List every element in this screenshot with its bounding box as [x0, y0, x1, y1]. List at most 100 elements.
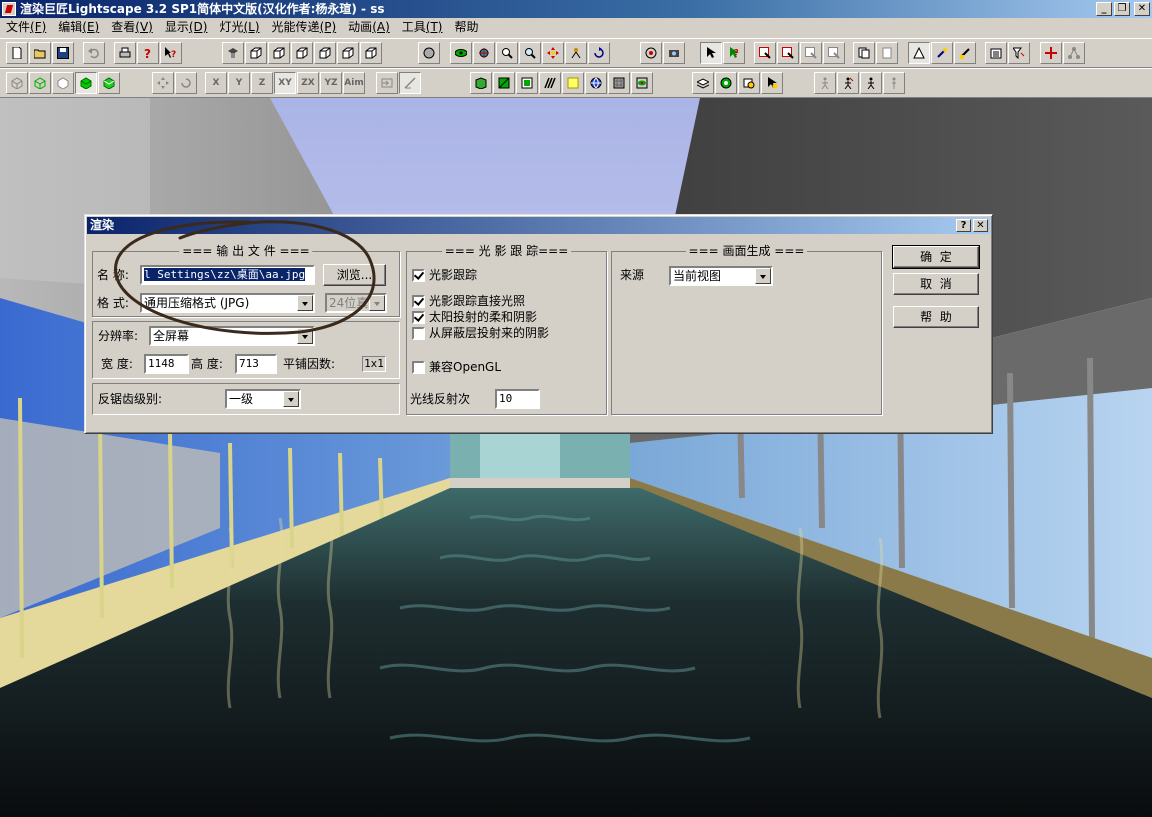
mesh-icon[interactable] [516, 72, 538, 94]
walk-icon[interactable] [565, 42, 587, 64]
edit-mode-3-icon[interactable] [954, 42, 976, 64]
file-format-select[interactable]: 通用压缩格式 (JPG) [140, 293, 315, 313]
print-icon[interactable] [114, 42, 136, 64]
ok-button[interactable]: 确 定 [892, 245, 980, 269]
resolution-select[interactable]: 全屏幕 [149, 326, 315, 346]
snap-angle-icon[interactable] [399, 72, 421, 94]
open-folder-icon[interactable] [29, 42, 51, 64]
globe-icon[interactable] [585, 72, 607, 94]
restore-button[interactable]: ❐ [1114, 2, 1130, 16]
figure-walk-icon[interactable] [814, 72, 836, 94]
wireframe-box-icon[interactable] [6, 72, 28, 94]
move-icon[interactable] [152, 72, 174, 94]
move-cross-icon[interactable] [1040, 42, 1062, 64]
undo-icon[interactable] [83, 42, 105, 64]
edit-mode-2-icon[interactable] [931, 42, 953, 64]
rotate-object-icon[interactable] [175, 72, 197, 94]
browse-button[interactable]: 浏览... [323, 264, 386, 286]
help-icon[interactable]: ? [137, 42, 159, 64]
bit-depth-select[interactable]: 24位真 [325, 293, 387, 313]
light-source-icon[interactable] [715, 72, 737, 94]
light-pointer-icon[interactable] [761, 72, 783, 94]
context-help-icon[interactable]: ? [160, 42, 182, 64]
menu-radiosity[interactable]: 光能传递(P) [266, 18, 343, 37]
lit-surface-icon[interactable] [493, 72, 515, 94]
dialog-title-bar[interactable]: 渲染 [87, 217, 990, 234]
layer-list-icon[interactable] [985, 42, 1007, 64]
menu-tools[interactable]: 工具(T) [396, 18, 449, 37]
render-viewport[interactable] [0, 98, 1152, 817]
camera-icon[interactable] [663, 42, 685, 64]
menu-view[interactable]: 查看(V) [105, 18, 159, 37]
camera-view-icon[interactable] [222, 42, 244, 64]
menu-animation[interactable]: 动画(A) [342, 18, 396, 37]
render-preview-icon[interactable] [418, 42, 440, 64]
figure-run-icon[interactable] [837, 72, 859, 94]
axis-y-button[interactable]: Y [228, 72, 250, 94]
sun-soft-shadow-checkbox[interactable] [412, 311, 425, 324]
surface-icon[interactable] [470, 72, 492, 94]
textured-icon[interactable] [98, 72, 120, 94]
cube-view-3-icon[interactable] [291, 42, 313, 64]
cube-view-2-icon[interactable] [268, 42, 290, 64]
figure-step-icon[interactable] [860, 72, 882, 94]
edit-mode-1-icon[interactable] [908, 42, 930, 64]
opengl-compat-checkbox[interactable] [412, 361, 425, 374]
axis-z-button[interactable]: Z [251, 72, 273, 94]
height-input[interactable]: 713 [235, 354, 277, 374]
plane-zx-button[interactable]: ZX [297, 72, 319, 94]
aim-button[interactable]: Aim [343, 72, 365, 94]
width-input[interactable]: 1148 [144, 354, 189, 374]
antialias-select[interactable]: 一级 [225, 389, 301, 409]
new-file-icon[interactable] [6, 42, 28, 64]
source-select[interactable]: 当前视图 [669, 266, 773, 286]
menu-help[interactable]: 帮助 [448, 18, 484, 37]
wireframe-green-icon[interactable] [29, 72, 51, 94]
dialog-close-button[interactable]: ✕ [973, 219, 988, 232]
rotate-icon[interactable] [588, 42, 610, 64]
menu-light[interactable]: 灯光(L) [213, 18, 265, 37]
eye-icon[interactable] [450, 42, 472, 64]
reflect-count-input[interactable]: 10 [495, 389, 540, 409]
select-window-1-icon[interactable] [754, 42, 776, 64]
zoom-extents-icon[interactable] [496, 42, 518, 64]
filter-icon[interactable] [1008, 42, 1030, 64]
plane-yz-button[interactable]: YZ [320, 72, 342, 94]
snap-grid-icon[interactable] [376, 72, 398, 94]
solid-shaded-icon[interactable] [75, 72, 97, 94]
select-window-4-icon[interactable] [823, 42, 845, 64]
stripes-icon[interactable] [539, 72, 561, 94]
close-button[interactable]: ✕ [1134, 2, 1150, 16]
cube-view-1-icon[interactable] [245, 42, 267, 64]
app-icon[interactable] [2, 2, 16, 16]
help-button[interactable]: 帮 助 [893, 306, 979, 328]
raytrace-checkbox[interactable] [412, 269, 425, 282]
minimize-button[interactable]: _ [1096, 2, 1112, 16]
select-window-2-icon[interactable] [777, 42, 799, 64]
zoom-icon[interactable] [519, 42, 541, 64]
cube-view-6-icon[interactable] [360, 42, 382, 64]
cancel-button[interactable]: 取 消 [893, 273, 979, 295]
cube-view-4-icon[interactable] [314, 42, 336, 64]
menu-display[interactable]: 显示(D) [159, 18, 214, 37]
pan-icon[interactable] [542, 42, 564, 64]
plane-xy-button[interactable]: XY [274, 72, 296, 94]
hidden-line-icon[interactable] [52, 72, 74, 94]
light-edit-icon[interactable] [738, 72, 760, 94]
layers-icon[interactable] [692, 72, 714, 94]
dialog-help-button[interactable]: ? [956, 219, 971, 232]
figure-stand-icon[interactable] [883, 72, 905, 94]
app-title-bar[interactable]: 渲染巨匠Lightscape 3.2 SP1简体中文版(汉化作者:杨永瑄) - … [0, 0, 1152, 18]
mask-shadow-checkbox[interactable] [412, 327, 425, 340]
save-icon[interactable] [52, 42, 74, 64]
hierarchy-icon[interactable] [1063, 42, 1085, 64]
cube-view-5-icon[interactable] [337, 42, 359, 64]
paste-icon[interactable] [876, 42, 898, 64]
menu-edit[interactable]: 编辑(E) [52, 18, 105, 37]
select-window-3-icon[interactable] [800, 42, 822, 64]
copy-icon[interactable] [853, 42, 875, 64]
raytrace-direct-checkbox[interactable] [412, 295, 425, 308]
render-eye-icon[interactable] [631, 72, 653, 94]
menu-file[interactable]: 文件(F) [0, 18, 52, 37]
yellow-square-icon[interactable] [562, 72, 584, 94]
